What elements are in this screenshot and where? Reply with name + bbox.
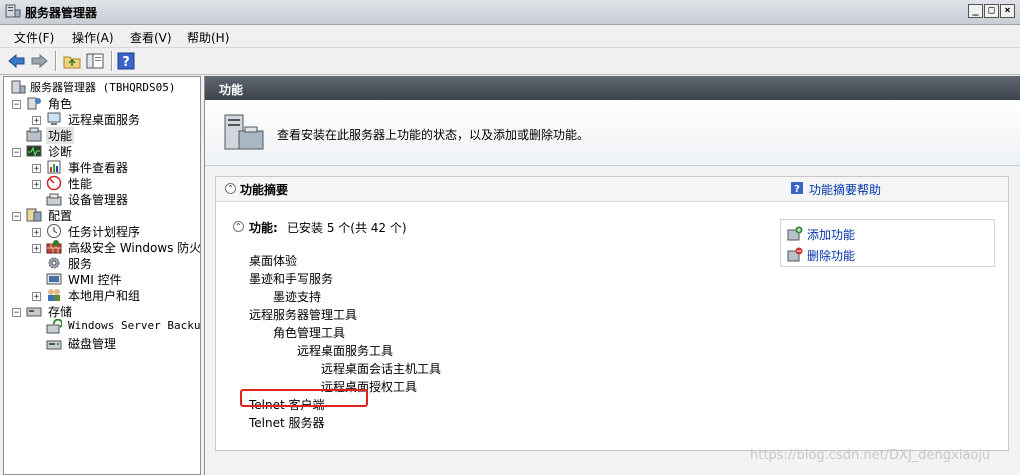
- expand-task-scheduler-toggle[interactable]: +: [32, 228, 41, 238]
- tree-label-device-manager: 设备管理器: [68, 193, 129, 207]
- collapse-features-chevron-icon[interactable]: ⌃: [233, 221, 244, 232]
- features-summary-header: ⌃ 功能摘要 ? 功能摘要帮助: [216, 177, 1008, 202]
- expand-event-viewer-toggle[interactable]: +: [32, 164, 41, 174]
- features-banner: 查看安装在此服务器上功能的状态，以及添加或删除功能。: [205, 101, 1020, 166]
- feature-item: 角色管理工具: [273, 326, 346, 340]
- tree-label-diagnostics: 诊断: [48, 145, 73, 159]
- add-feature-icon: [787, 226, 803, 241]
- content-pane: 功能 查看安装在此服务器上功能的状态，以及添加或删除功能。 ⌃ 功能摘要 ? 功…: [204, 76, 1020, 475]
- features-label: 功能:: [249, 221, 278, 235]
- tree-label-features: 功能: [46, 127, 75, 144]
- content-header: 功能: [205, 76, 1020, 100]
- tree-label-rds: 远程桌面服务: [68, 113, 141, 127]
- window-title: 服务器管理器: [25, 6, 98, 20]
- minimize-button[interactable]: _: [968, 4, 983, 18]
- storage-icon: [26, 307, 42, 317]
- collapse-diagnostics-toggle[interactable]: −: [12, 148, 21, 158]
- feature-actions-panel: 添加功能 删除功能: [780, 219, 995, 267]
- collapse-storage-toggle[interactable]: −: [12, 308, 21, 318]
- tree-label-disk-mgmt: 磁盘管理: [68, 337, 117, 351]
- performance-icon: [46, 175, 62, 191]
- features-server-icon: [224, 114, 264, 150]
- menu-bar: 文件(F) 操作(A) 查看(V) 帮助(H): [0, 25, 1020, 48]
- collapse-config-toggle[interactable]: −: [12, 212, 21, 222]
- backup-icon: [46, 319, 62, 334]
- users-icon: [48, 289, 60, 301]
- close-button[interactable]: ×: [1000, 4, 1015, 18]
- tree-label-roles: 角色: [48, 97, 73, 111]
- tree-label-task-scheduler: 任务计划程序: [68, 225, 141, 239]
- feature-item: 桌面体验: [249, 254, 298, 268]
- tree-label-wmi: WMI 控件: [68, 273, 122, 287]
- expand-firewall-toggle[interactable]: +: [32, 244, 41, 254]
- title-bar: 服务器管理器 _ □ ×: [0, 0, 1020, 25]
- expand-local-users-toggle[interactable]: +: [32, 292, 41, 302]
- forward-arrow-icon[interactable]: [29, 51, 49, 71]
- tree-label-config: 配置: [48, 209, 73, 223]
- feature-item: 远程桌面服务工具: [297, 344, 394, 358]
- server-icon: [11, 80, 26, 94]
- navigation-tree: 服务器管理器 (TBHQRDS05) − 角色 + 远程桌面服务 功能 − 诊断…: [3, 76, 201, 475]
- up-folder-icon[interactable]: [62, 51, 82, 71]
- expand-rds-toggle[interactable]: +: [32, 116, 41, 126]
- event-viewer-icon: [47, 160, 61, 174]
- expand-performance-toggle[interactable]: +: [32, 180, 41, 190]
- toolbar: ?: [0, 48, 1020, 75]
- banner-description: 查看安装在此服务器上功能的状态，以及添加或删除功能。: [277, 128, 590, 142]
- show-hide-tree-icon[interactable]: [85, 51, 105, 71]
- menu-file[interactable]: 文件(F): [14, 29, 54, 46]
- tree-label-backup: Windows Server Backup: [68, 319, 201, 332]
- tree-label-root: 服务器管理器 (TBHQRDS05): [30, 81, 176, 94]
- device-manager-icon: [46, 193, 62, 206]
- services-gear-icon: [48, 257, 60, 269]
- firewall-icon: [46, 240, 62, 254]
- features-status: 已安装 5 个(共 42 个): [287, 221, 407, 235]
- tree-label-services: 服务: [68, 257, 93, 271]
- svg-text:?: ?: [122, 55, 130, 70]
- watermark: https://blog.csdn.net/DXJ_dengxiaoju: [750, 448, 991, 463]
- content-body: ⌃ 功能摘要 ? 功能摘要帮助 ⌃ 功能: 已安装 5 个(共 42 个) 添加…: [205, 166, 1020, 475]
- tree-label-firewall: 高级安全 Windows 防火墙: [68, 241, 201, 255]
- collapse-summary-chevron-icon[interactable]: ⌃: [225, 183, 236, 194]
- remove-feature-icon: [787, 247, 803, 262]
- wmi-icon: [46, 273, 62, 285]
- tree-label-storage: 存储: [48, 305, 73, 319]
- help-book-icon: ?: [791, 182, 803, 195]
- summary-title: 功能摘要: [240, 183, 289, 197]
- features-summary-section: ⌃ 功能摘要 ? 功能摘要帮助 ⌃ 功能: 已安装 5 个(共 42 个) 添加…: [215, 176, 1009, 451]
- content-header-title: 功能: [219, 83, 244, 97]
- remote-desktop-icon: [47, 112, 61, 125]
- feature-item: 远程服务器管理工具: [249, 308, 358, 322]
- menu-help[interactable]: 帮助(H): [187, 29, 229, 46]
- tree-label-performance: 性能: [68, 177, 93, 191]
- tree-label-local-users: 本地用户和组: [68, 289, 141, 303]
- roles-icon: [27, 97, 41, 110]
- collapse-roles-toggle[interactable]: −: [12, 100, 21, 110]
- summary-help-link[interactable]: 功能摘要帮助: [809, 181, 881, 198]
- back-arrow-icon[interactable]: [7, 51, 27, 71]
- diagnostics-icon: [26, 145, 42, 157]
- feature-item: 墨迹支持: [273, 290, 322, 304]
- telnet-client-highlight: [240, 389, 368, 407]
- features-icon: [26, 127, 42, 142]
- help-icon[interactable]: ?: [116, 51, 136, 71]
- feature-item: 远程桌面会话主机工具: [321, 362, 442, 376]
- maximize-button[interactable]: □: [984, 4, 999, 18]
- disk-management-icon: [46, 340, 62, 350]
- add-feature-link[interactable]: 添加功能: [807, 226, 855, 243]
- svg-text:?: ?: [794, 184, 800, 195]
- remove-feature-link[interactable]: 删除功能: [807, 247, 855, 264]
- config-icon: [26, 208, 42, 222]
- feature-item: Telnet 服务器: [249, 416, 325, 430]
- server-manager-icon: [5, 4, 21, 18]
- menu-view[interactable]: 查看(V): [130, 29, 172, 46]
- feature-item: 墨迹和手写服务: [249, 272, 334, 286]
- clock-icon: [47, 224, 61, 238]
- menu-action[interactable]: 操作(A): [72, 29, 114, 46]
- tree-label-event-viewer: 事件查看器: [68, 161, 129, 175]
